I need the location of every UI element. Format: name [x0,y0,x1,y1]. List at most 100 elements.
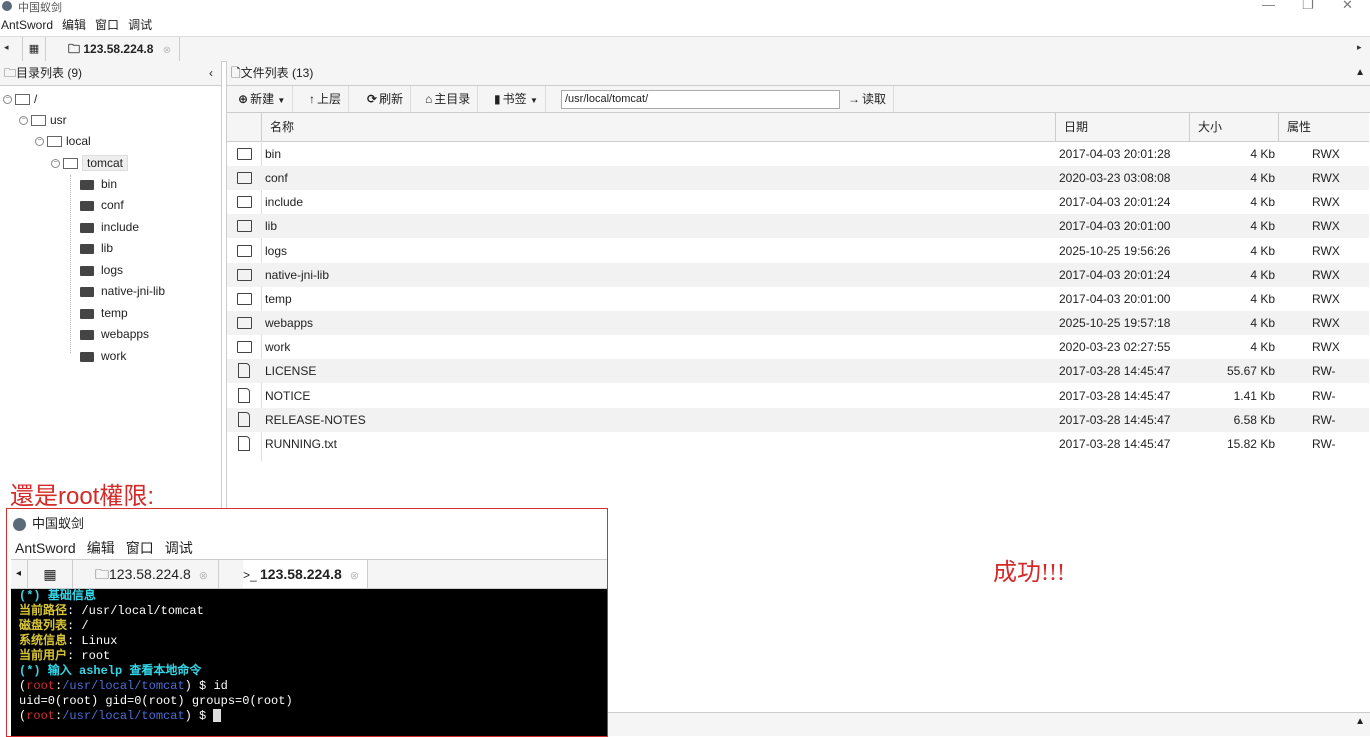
inset-menu-antsword[interactable]: AntSword [15,540,76,556]
collapse-toggle-icon[interactable]: − [51,159,60,169]
column-date[interactable]: 日期 [1055,113,1189,141]
column-name[interactable]: 名称 [261,113,1056,141]
tree-guide-line [70,175,72,353]
collapse-toggle-icon[interactable]: − [19,116,28,126]
file-icon [238,435,250,451]
terminal-line: 当前路径: /usr/local/tomcat [19,604,607,619]
folder-closed-icon [80,200,94,211]
column-size[interactable]: 大小 [1189,113,1276,141]
tree-node-root[interactable]: − / [3,89,37,109]
file-size: 4 Kb [1250,291,1275,306]
tree-node-webapps[interactable]: webapps [80,324,149,344]
file-size: 4 Kb [1250,340,1275,355]
terminal-text: (*) [19,589,48,603]
collapse-up-icon[interactable]: ▲ [1355,61,1365,85]
inset-menu-bar: AntSword 编辑 窗口 调试 [15,538,204,558]
collapse-toggle-icon[interactable]: − [35,137,44,147]
inset-tab-terminal[interactable]: >_ 123.58.224.8 ⊗ [243,560,368,588]
folder-icon [237,244,252,257]
file-attr: RWX [1312,267,1340,282]
restore-button[interactable]: ❐ [1302,0,1314,13]
inset-tab-file-manager[interactable]: 🗀123.58.224.8 ⊗ [95,560,219,588]
tab-close-icon[interactable]: ⊗ [350,570,359,582]
tab-scroll-left-icon[interactable]: ◂ [16,568,21,579]
read-label: 读取 [862,92,887,106]
table-row[interactable]: include 2017-04-03 20:01:24 4 Kb RWX [227,190,1369,214]
tree-node-work[interactable]: work [80,346,126,366]
file-size: 4 Kb [1250,171,1275,186]
tree-node-logs[interactable]: logs [80,260,123,280]
bookmark-button[interactable]: ▮ 书签 ▼ [487,86,546,112]
file-date: 2017-04-03 20:01:24 [1059,267,1171,282]
file-list-header: 🗋文件列表 (13) ▲ [227,61,1370,86]
directory-panel-title: 目录列表 (9) [16,66,83,80]
inset-menu-window[interactable]: 窗口 [126,540,154,556]
inset-menu-debug[interactable]: 调试 [165,540,193,556]
table-row[interactable]: RUNNING.txt 2017-03-28 14:45:47 15.82 Kb RW… [227,432,1369,456]
up-label: 上层 [317,92,342,106]
file-name: bin [265,147,282,161]
tab-file-manager[interactable]: 🗀 123.58.224.8 ⊗ [60,37,181,61]
home-tab-grid-icon[interactable]: ▦ [27,560,73,588]
file-size: 4 Kb [1250,195,1275,210]
read-button[interactable]: → 读取 [841,86,895,112]
table-row[interactable]: RELEASE-NOTES 2017-03-28 14:45:47 6.58 Kb R… [227,407,1369,432]
table-row[interactable]: temp 2017-04-03 20:01:00 4 Kb RWX [227,287,1369,311]
tree-node-lib[interactable]: lib [80,238,113,258]
tab-label: 123.58.224.8 [260,566,342,582]
tree-node-bin[interactable]: bin [80,174,117,194]
file-table-header: 名称 日期 大小 属性 [227,113,1369,142]
tree-node-temp[interactable]: temp [80,303,128,323]
tab-scroll-left-icon[interactable]: ◂ [4,42,9,53]
inset-menu-edit[interactable]: 编辑 [87,540,115,556]
menu-antsword[interactable]: AntSword [1,16,53,34]
table-row[interactable]: webapps 2025-10-25 19:57:18 4 Kb RWX [227,311,1369,336]
menu-edit[interactable]: 编辑 [62,16,86,34]
collapse-panel-button[interactable]: ‹ [209,61,213,85]
menu-window[interactable]: 窗口 [95,16,119,34]
terminal-label: 当前路径 [19,604,68,618]
up-button[interactable]: ↑ 上层 [302,86,350,112]
table-row[interactable]: work 2020-03-23 02:27:55 4 Kb RWX [227,335,1369,359]
new-button[interactable]: ⊕ 新建 ▼ [231,86,294,112]
collapse-toggle-icon[interactable]: − [3,95,12,105]
tab-scroll-right-icon[interactable]: ▸ [1357,42,1362,53]
table-row[interactable]: LICENSE 2017-03-28 14:45:47 55.67 Kb RW- [227,359,1369,384]
tree-node-native-jni-lib[interactable]: native-jni-lib [80,281,165,301]
file-toolbar: ⊕ 新建 ▼ ↑ 上层 ⟳ 刷新 ⌂ 主目录 ▮ 书签 ▼ /usr/local/tomc… [227,86,1370,113]
expand-up-icon[interactable]: ▲ [1355,716,1365,727]
menu-debug[interactable]: 调试 [128,16,152,34]
minimize-button[interactable]: — [1262,0,1275,12]
tree-node-usr[interactable]: − usr [19,110,67,130]
chevron-down-icon: ▼ [529,96,538,105]
folder-icon [237,196,252,209]
column-attr[interactable]: 属性 [1278,113,1369,141]
table-row[interactable]: NOTICE 2017-03-28 14:45:47 1.41 Kb RW- [227,384,1369,408]
home-dir-button[interactable]: ⌂ 主目录 [418,86,479,112]
annotation-root-note: 還是root權限: [10,483,155,510]
home-label: 主目录 [434,92,471,106]
terminal-console[interactable]: (*) 基础信息 当前路径: /usr/local/tomcat 磁盘列表: /… [11,589,607,736]
folder-icon [237,172,252,185]
table-row[interactable]: bin 2017-04-03 20:01:28 4 Kb RWX [227,142,1369,166]
folder-icon [237,220,252,233]
table-row[interactable]: logs 2025-10-25 19:56:26 4 Kb RWX [227,239,1369,263]
table-row[interactable]: lib 2017-04-03 20:01:00 4 Kb RWX [227,214,1369,239]
tab-close-icon[interactable]: ⊗ [163,45,171,56]
tree-node-local[interactable]: − local [35,131,91,151]
folder-outline-icon: 🗀 [4,66,17,80]
tree-node-tomcat[interactable]: − tomcat [51,153,129,173]
file-size: 4 Kb [1250,316,1275,331]
file-attr: RW- [1312,388,1336,403]
path-input[interactable]: /usr/local/tomcat/ [561,90,840,109]
home-tab-grid-icon[interactable]: ▦ [22,37,46,61]
tree-node-conf[interactable]: conf [80,195,124,215]
tree-node-include[interactable]: include [80,217,139,237]
table-row[interactable]: conf 2020-03-23 03:08:08 4 Kb RWX [227,166,1369,191]
table-row[interactable]: native-jni-lib 2017-04-03 20:01:24 4 Kb RWX [227,262,1369,287]
refresh-button[interactable]: ⟳ 刷新 [360,86,412,112]
close-window-button[interactable]: ✕ [1342,0,1353,13]
file-attr: RW- [1312,412,1336,427]
folder-icon [237,341,252,354]
tab-close-icon[interactable]: ⊗ [199,570,208,582]
